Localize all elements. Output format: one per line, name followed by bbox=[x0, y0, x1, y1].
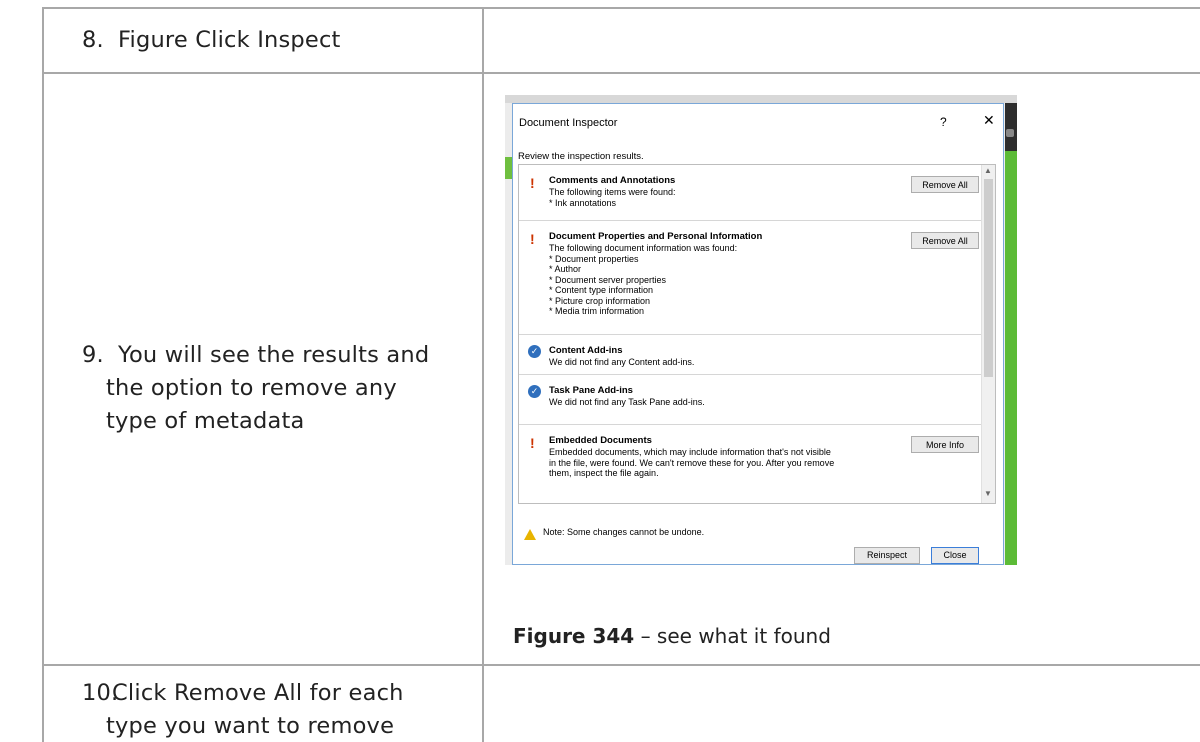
result-body: The following document information was f… bbox=[549, 243, 738, 316]
dialog-title: Document Inspector bbox=[519, 117, 618, 129]
more-info-button[interactable]: More Info bbox=[911, 436, 979, 453]
reinspect-button[interactable]: Reinspect bbox=[854, 547, 920, 564]
results-scrollbar[interactable]: ▲ ▼ bbox=[981, 165, 995, 503]
step-text: You will see the results and bbox=[118, 342, 430, 368]
step-number: 9. bbox=[82, 342, 104, 368]
help-icon[interactable]: ? bbox=[940, 115, 947, 129]
result-heading: Comments and Annotations bbox=[549, 175, 676, 186]
row-divider bbox=[42, 72, 1200, 74]
document-inspector-screenshot: Document Inspector ? ✕ Review the inspec… bbox=[505, 95, 1017, 565]
figure-caption-text: – see what it found bbox=[634, 624, 831, 648]
row-divider bbox=[42, 664, 1200, 666]
check-icon: ✓ bbox=[528, 345, 541, 358]
step-text: Figure Click Inspect bbox=[118, 27, 341, 53]
warning-icon: ! bbox=[530, 231, 535, 247]
result-body: We did not find any Task Pane add-ins. bbox=[549, 397, 705, 407]
step-8: 8. Figure Click Inspect bbox=[82, 25, 341, 55]
step-10: 10.Click Remove All for each type you wa… bbox=[82, 678, 404, 741]
warning-triangle-icon bbox=[524, 529, 536, 540]
step-text: type of metadata bbox=[106, 408, 305, 434]
step-text: the option to remove any bbox=[106, 375, 397, 401]
result-heading: Document Properties and Personal Informa… bbox=[549, 231, 763, 242]
scrollbar-thumb[interactable] bbox=[984, 179, 993, 377]
table-border-top bbox=[42, 7, 1200, 9]
figure-label: Figure 344 bbox=[513, 624, 635, 648]
document-inspector-dialog: Document Inspector ? ✕ Review the inspec… bbox=[512, 103, 1004, 565]
inspection-results-list[interactable]: ! Comments and Annotations The following… bbox=[518, 164, 996, 504]
result-body: The following items were found: * Ink an… bbox=[549, 187, 676, 208]
remove-all-button[interactable]: Remove All bbox=[911, 176, 979, 193]
result-document-properties: ! Document Properties and Personal Infor… bbox=[519, 221, 991, 335]
column-divider bbox=[482, 7, 484, 742]
scroll-up-icon[interactable]: ▲ bbox=[984, 166, 992, 175]
check-icon: ✓ bbox=[528, 385, 541, 398]
warning-icon: ! bbox=[530, 175, 535, 191]
step-9: 9. You will see the results and the optio… bbox=[82, 340, 429, 436]
reinspect-label: Reinspect bbox=[866, 550, 908, 560]
step-text: type you want to remove bbox=[106, 713, 395, 739]
close-label: Close bbox=[943, 550, 967, 560]
result-task-pane-addins: ✓ Task Pane Add-ins We did not find any … bbox=[519, 375, 991, 425]
result-embedded-documents: ! Embedded Documents Embedded documents,… bbox=[519, 425, 991, 503]
result-heading: Content Add-ins bbox=[549, 345, 623, 356]
close-icon[interactable]: ✕ bbox=[983, 112, 995, 129]
close-button[interactable]: Close bbox=[931, 547, 979, 564]
figure-caption: Figure 344 – see what it found bbox=[513, 624, 831, 648]
result-body: We did not find any Content add-ins. bbox=[549, 357, 695, 367]
result-body: Embedded documents, which may include in… bbox=[549, 447, 835, 478]
step-text: Click Remove All for each bbox=[112, 680, 404, 706]
step-number: 8. bbox=[82, 27, 104, 53]
result-heading: Embedded Documents bbox=[549, 435, 652, 446]
background-slide-edge bbox=[1005, 103, 1017, 565]
background-slide-edge-left bbox=[505, 157, 512, 179]
dialog-subtitle: Review the inspection results. bbox=[518, 151, 644, 162]
background-strip bbox=[505, 95, 1017, 103]
warning-icon: ! bbox=[530, 435, 535, 451]
result-comments-annotations: ! Comments and Annotations The following… bbox=[519, 165, 991, 221]
table-border-left bbox=[42, 7, 44, 742]
result-content-addins: ✓ Content Add-ins We did not find any Co… bbox=[519, 335, 991, 375]
remove-all-button[interactable]: Remove All bbox=[911, 232, 979, 249]
result-heading: Task Pane Add-ins bbox=[549, 385, 633, 396]
scroll-down-icon[interactable]: ▼ bbox=[984, 489, 992, 498]
step-number: 10. bbox=[82, 680, 119, 706]
undo-note: Note: Some changes cannot be undone. bbox=[543, 527, 705, 537]
